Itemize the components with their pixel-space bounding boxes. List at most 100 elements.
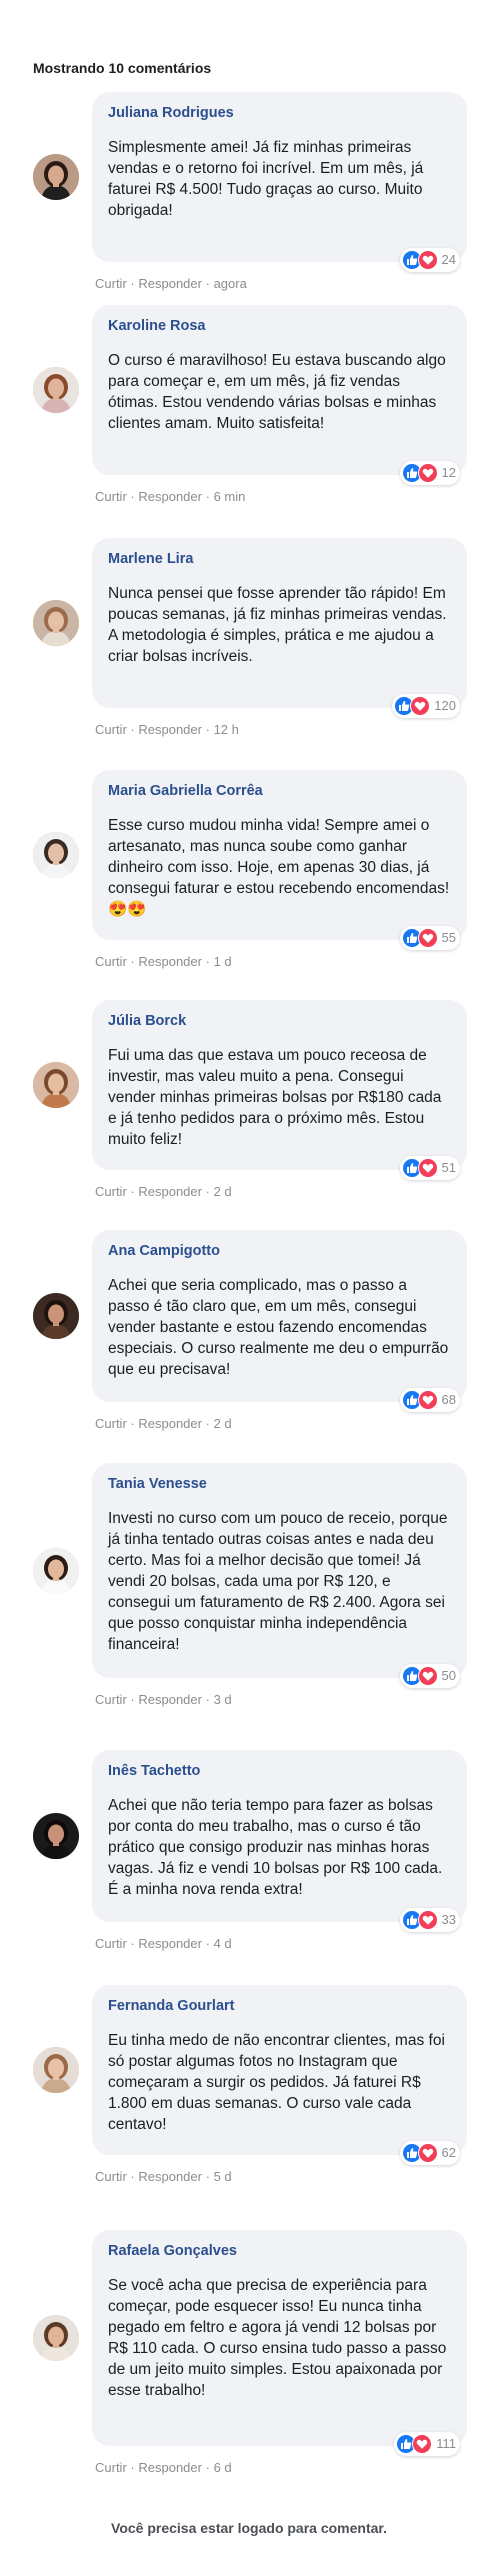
- commenter-name[interactable]: Tania Venesse: [108, 1473, 451, 1495]
- reactions-summary[interactable]: 33: [399, 1908, 460, 1932]
- reactions-summary[interactable]: 111: [394, 2432, 460, 2456]
- commenter-name[interactable]: Fernanda Gourlart: [108, 1995, 451, 2017]
- heart-icon: [412, 2434, 433, 2454]
- reply-link[interactable]: Responder: [138, 1936, 202, 1951]
- commenter-name[interactable]: Marlene Lira: [108, 548, 451, 570]
- commenter-name[interactable]: Karoline Rosa: [108, 315, 451, 337]
- comment-actions: Curtir · Responder · 1 d: [95, 953, 232, 971]
- commenter-name[interactable]: Rafaela Gonçalves: [108, 2240, 451, 2262]
- commenter-name[interactable]: Inês Tachetto: [108, 1760, 451, 1782]
- comment-bubble: Tania Venesse Investi no curso com um pou…: [92, 1463, 467, 1678]
- avatar[interactable]: [33, 1062, 79, 1108]
- separator: ·: [205, 276, 210, 291]
- like-link[interactable]: Curtir: [95, 1416, 127, 1431]
- separator: ·: [205, 954, 210, 969]
- reactions-summary[interactable]: 51: [399, 1156, 460, 1180]
- separator: ·: [130, 1184, 135, 1199]
- separator: ·: [205, 1692, 210, 1707]
- reaction-count: 68: [441, 1392, 456, 1407]
- reply-link[interactable]: Responder: [138, 489, 202, 504]
- comment-actions: Curtir · Responder · 6 min: [95, 488, 245, 506]
- avatar[interactable]: [33, 1293, 79, 1339]
- avatar[interactable]: [33, 2315, 79, 2361]
- comment-time: 4 d: [213, 1936, 232, 1951]
- comment-text: Eu tinha medo de não encontrar clientes,…: [108, 2032, 445, 2133]
- reactions-summary[interactable]: 50: [399, 1664, 460, 1688]
- reactions-summary[interactable]: 62: [399, 2141, 460, 2165]
- reply-link[interactable]: Responder: [138, 1184, 202, 1199]
- comment-bubble: Fernanda Gourlart Eu tinha medo de não en…: [92, 1985, 467, 2155]
- heart-icon: [417, 1158, 438, 1178]
- reactions-summary[interactable]: 55: [399, 926, 460, 950]
- like-link[interactable]: Curtir: [95, 1936, 127, 1951]
- reactions-summary[interactable]: 12: [399, 461, 460, 485]
- comment-text: Investi no curso com um pouco de receio,…: [108, 1510, 448, 1653]
- comment-time: 6 d: [213, 2460, 232, 2475]
- separator: ·: [130, 722, 135, 737]
- comment-time: 2 d: [213, 1184, 232, 1199]
- comment-actions: Curtir · Responder · 2 d: [95, 1183, 232, 1201]
- avatar[interactable]: [33, 154, 79, 200]
- comment-actions: Curtir · Responder · 6 d: [95, 2459, 232, 2477]
- separator: ·: [130, 489, 135, 504]
- like-link[interactable]: Curtir: [95, 1184, 127, 1199]
- like-link[interactable]: Curtir: [95, 722, 127, 737]
- separator: ·: [205, 2460, 210, 2475]
- comment-bubble: Marlene Lira Nunca pensei que fosse apren…: [92, 538, 467, 708]
- avatar[interactable]: [33, 832, 79, 878]
- comment-item: Maria Gabriella Corrêa Esse curso mudou m…: [0, 770, 498, 992]
- commenter-name[interactable]: Júlia Borck: [108, 1010, 451, 1032]
- commenter-name[interactable]: Ana Campigotto: [108, 1240, 451, 1262]
- comment-actions: Curtir · Responder · 5 d: [95, 2168, 232, 2186]
- avatar[interactable]: [33, 1547, 79, 1594]
- reply-link[interactable]: Responder: [138, 1416, 202, 1431]
- reply-link[interactable]: Responder: [138, 954, 202, 969]
- comment-item: Marlene Lira Nunca pensei que fosse apren…: [0, 538, 498, 760]
- reaction-count: 51: [441, 1160, 456, 1175]
- heart-icon: [410, 696, 431, 716]
- like-link[interactable]: Curtir: [95, 489, 127, 504]
- separator: ·: [205, 1416, 210, 1431]
- like-link[interactable]: Curtir: [95, 1692, 127, 1707]
- comment-bubble: Maria Gabriella Corrêa Esse curso mudou m…: [92, 770, 467, 940]
- login-required-notice: Você precisa estar logado para comentar.: [111, 2520, 387, 2536]
- separator: ·: [130, 1416, 135, 1431]
- like-link[interactable]: Curtir: [95, 954, 127, 969]
- reply-link[interactable]: Responder: [138, 2169, 202, 2184]
- reaction-count: 24: [441, 252, 456, 267]
- reaction-count: 55: [441, 930, 456, 945]
- heart-icon: [417, 463, 438, 483]
- avatar[interactable]: [33, 367, 79, 413]
- reply-link[interactable]: Responder: [138, 722, 202, 737]
- separator: ·: [130, 1936, 135, 1951]
- commenter-name[interactable]: Maria Gabriella Corrêa: [108, 780, 451, 802]
- heart-icon: [417, 1910, 438, 1930]
- avatar[interactable]: [33, 1813, 79, 1859]
- comment-actions: Curtir · Responder · agora: [95, 275, 247, 293]
- reaction-count: 120: [434, 698, 456, 713]
- reply-link[interactable]: Responder: [138, 276, 202, 291]
- separator: ·: [205, 489, 210, 504]
- separator: ·: [130, 2169, 135, 2184]
- separator: ·: [130, 276, 135, 291]
- reactions-summary[interactable]: 24: [399, 248, 460, 272]
- reactions-summary[interactable]: 68: [399, 1388, 460, 1412]
- comment-item: Fernanda Gourlart Eu tinha medo de não en…: [0, 1985, 498, 2207]
- reply-link[interactable]: Responder: [138, 2460, 202, 2475]
- comment-item: Inês Tachetto Achei que não teria tempo p…: [0, 1750, 498, 1974]
- like-link[interactable]: Curtir: [95, 2460, 127, 2475]
- comment-text: Achei que seria complicado, mas o passo …: [108, 1277, 449, 1378]
- like-link[interactable]: Curtir: [95, 2169, 127, 2184]
- comment-item: Ana Campigotto Achei que seria complicado…: [0, 1230, 498, 1454]
- commenter-name[interactable]: Juliana Rodrigues: [108, 102, 451, 124]
- reactions-summary[interactable]: 120: [392, 694, 460, 718]
- avatar[interactable]: [33, 2047, 79, 2093]
- comment-bubble: Ana Campigotto Achei que seria complicado…: [92, 1230, 467, 1402]
- separator: ·: [205, 722, 210, 737]
- reaction-count: 50: [441, 1668, 456, 1683]
- reply-link[interactable]: Responder: [138, 1692, 202, 1707]
- comment-time: 5 d: [213, 2169, 232, 2184]
- avatar[interactable]: [33, 600, 79, 646]
- like-link[interactable]: Curtir: [95, 276, 127, 291]
- comment-actions: Curtir · Responder · 4 d: [95, 1935, 232, 1953]
